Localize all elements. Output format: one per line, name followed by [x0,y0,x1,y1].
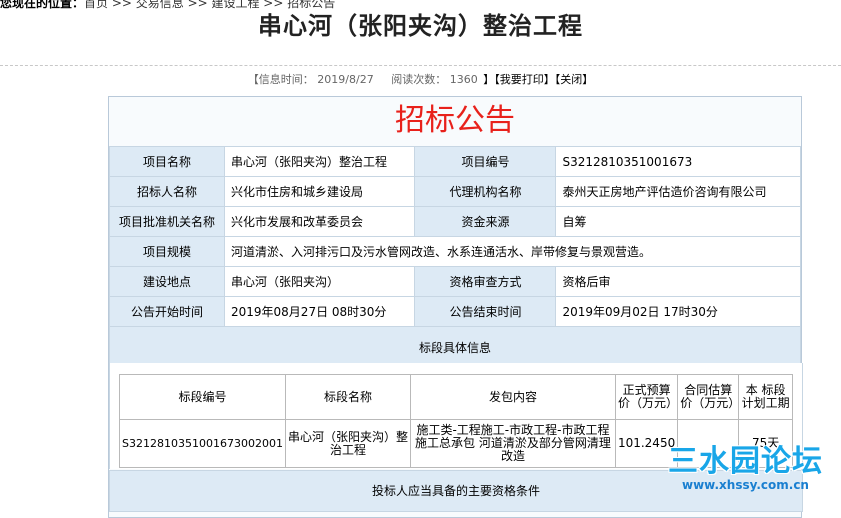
field-label: 招标人名称 [109,176,225,207]
table-row: 公告开始时间 2019年08月27日 08时30分 公告结束时间 2019年09… [109,296,801,327]
column-header: 本 标段计划工期 [738,374,793,420]
field-label: 项目编号 [414,146,557,177]
column-header: 发包内容 [409,374,616,420]
notice-title: 招标公告 [395,103,515,138]
table-row: 项目规模 河道清淤、入河排污口及污水管网改造、水系连通活水、岸带修复与景观营造。 [109,236,801,267]
print-link[interactable]: 】【我要打印】 [483,73,555,86]
column-header: 合同估算价（万元） [677,374,740,420]
field-value: 串心河（张阳夹沟） [223,266,416,297]
section-heading: 标段具体信息 [109,326,801,368]
column-header: 标段名称 [284,374,411,420]
field-value: 资格后审 [555,266,801,297]
divider [0,65,841,66]
column-header: 正式预算价（万元） [614,374,679,420]
field-label: 资金来源 [414,206,557,237]
field-value: 2019年08月27日 08时30分 [223,296,416,327]
table-row: 建设地点 串心河（张阳夹沟） 资格审查方式 资格后审 [109,266,801,297]
lot-cell: S3212810351001673002001 [119,419,286,468]
field-label: 公告开始时间 [109,296,225,327]
lot-cell: 串心河（张阳夹沟）整治工程 [284,419,411,468]
table-row: 项目名称 串心河（张阳夹沟）整治工程 项目编号 S321281035100167… [109,146,801,177]
close-link[interactable]: 【关闭】 [555,73,594,86]
table-row: 招标人名称 兴化市住房和城乡建设局 代理机构名称 泰州天正房地产评估造价咨询有限… [109,176,801,207]
column-header: 标段编号 [119,374,286,420]
field-label: 公告结束时间 [414,296,557,327]
field-label: 项目批准机关名称 [109,206,225,237]
field-value: 泰州天正房地产评估造价咨询有限公司 [555,176,801,207]
field-label: 资格审查方式 [414,266,557,297]
table-row: 项目批准机关名称 兴化市发展和改革委员会 资金来源 自筹 [109,206,801,237]
field-label: 项目规模 [109,236,225,267]
project-info-table: 项目名称 串心河（张阳夹沟）整治工程 项目编号 S321281035100167… [109,146,801,368]
page-title: 串心河（张阳夹沟）整治工程 [258,12,583,40]
field-value: 自筹 [555,206,801,237]
field-label: 建设地点 [109,266,225,297]
views-value: 1360 [449,73,478,86]
lot-cell: 施工类-工程施工-市政工程-市政工程施工总承包 河道清淤及部分管网清理改造 [409,419,616,468]
views-label: 阅读次数： [391,73,447,86]
field-value: S3212810351001673 [555,146,801,177]
field-label: 代理机构名称 [414,176,557,207]
field-value: 兴化市发展和改革委员会 [223,206,416,237]
field-label: 项目名称 [109,146,225,177]
field-value: 串心河（张阳夹沟）整治工程 [223,146,416,177]
field-value: 河道清淤、入河排污口及污水管网改造、水系连通活水、岸带修复与景观营造。 [224,236,801,267]
watermark-url: www.xhssy.com.cn [682,478,809,492]
field-value: 2019年09月02日 17时30分 [555,296,801,327]
watermark-logo: 三水园论坛 www.xhssy.com.cn [668,436,841,504]
time-label: 【信息时间： [247,73,314,86]
lot-header-row: 标段编号 标段名称 发包内容 正式预算价（万元） 合同估算价（万元） 本 标段计… [119,374,793,420]
time-value: 2019/8/27 [317,73,374,86]
field-value: 兴化市住房和城乡建设局 [223,176,416,207]
watermark-text: 三水园论坛 [668,444,823,479]
info-meta: 【信息时间： 2019/8/27 阅读次数： 1360 】【我要打印】【关闭】 [0,71,841,87]
table-row: 标段具体信息 [109,326,801,368]
